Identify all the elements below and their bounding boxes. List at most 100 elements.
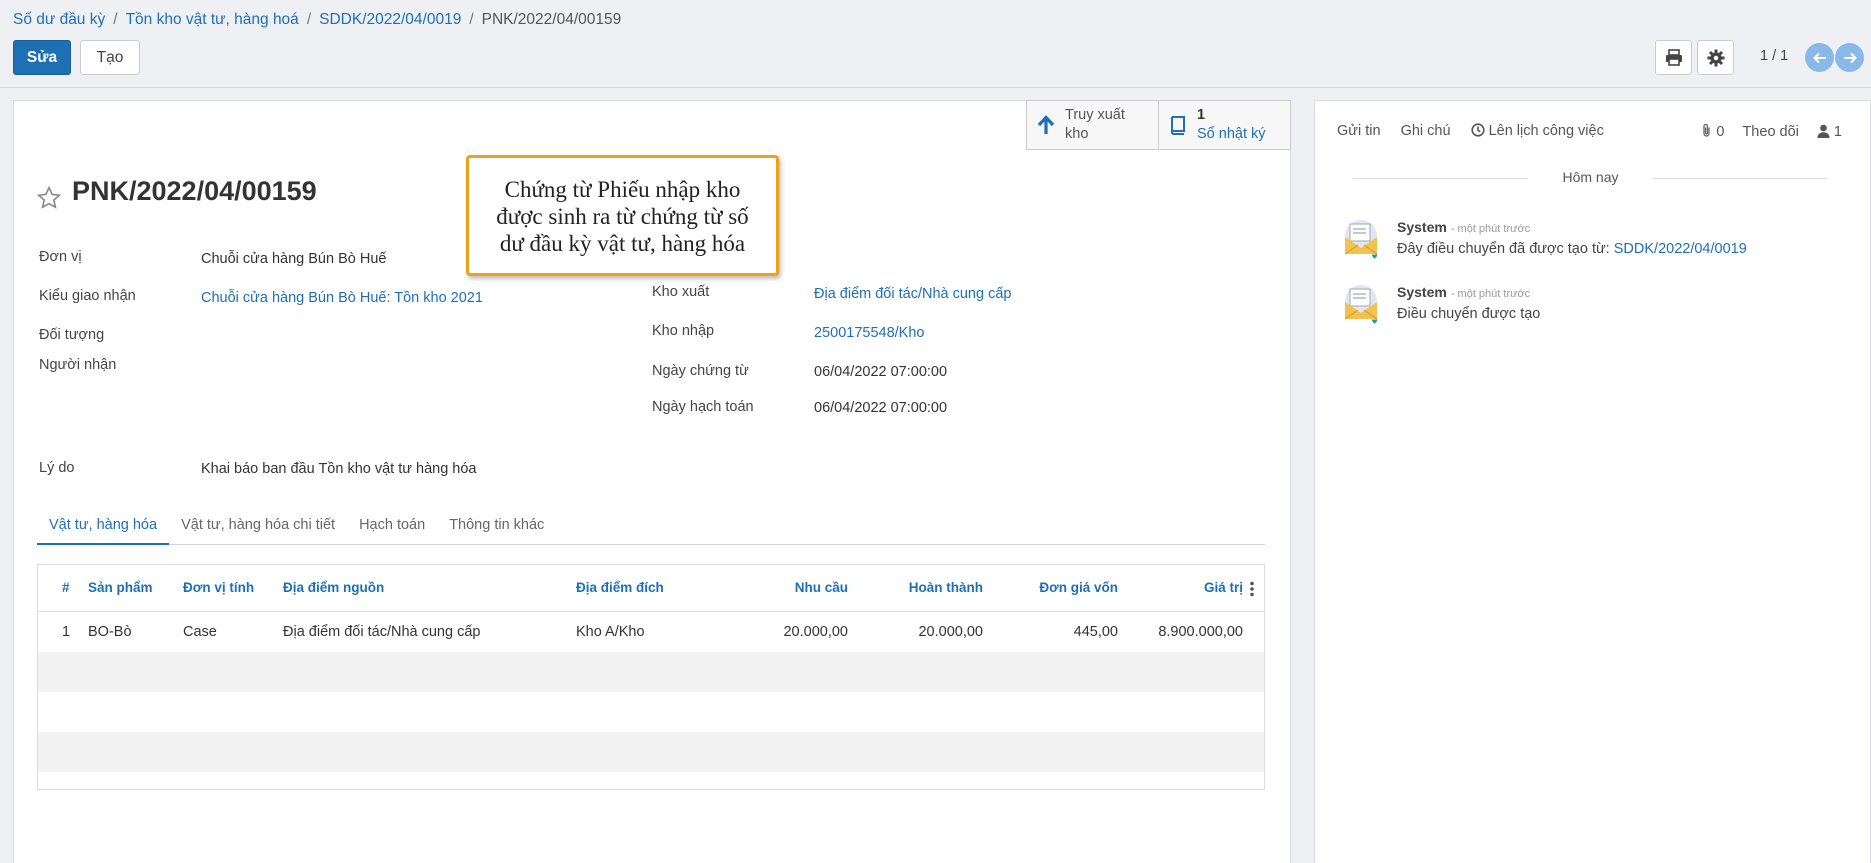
message-time: - một phút trước xyxy=(1450,288,1531,300)
print-icon xyxy=(1665,49,1682,66)
paperclip-icon xyxy=(1703,123,1710,137)
breadcrumb-separator: / xyxy=(306,11,312,28)
print-button[interactable] xyxy=(1655,40,1692,75)
field-label-partner: Đối tượng xyxy=(39,327,105,343)
column-header-unit-cost[interactable]: Đơn giá vốn xyxy=(1018,580,1118,595)
title-row: PNK/2022/04/00159 xyxy=(36,171,317,211)
stock-trace-label-line1: Truy xuất xyxy=(1065,107,1125,123)
field-label-unit: Đơn vị xyxy=(39,249,82,265)
pager-value: 1 / 1 xyxy=(1760,48,1789,64)
field-label-dest-warehouse: Kho nhập xyxy=(652,323,715,339)
control-panel: Số dư đầu kỳ / Tồn kho vật tư, hàng hoá … xyxy=(0,0,1871,88)
cell-index: 1 xyxy=(62,624,71,640)
column-header-demand[interactable]: Nhu cầu xyxy=(778,580,848,595)
field-label-receiver: Người nhận xyxy=(39,357,117,373)
column-header-product[interactable]: Sản phẩm xyxy=(88,580,153,595)
breadcrumb-item-sddk[interactable]: SDDK/2022/04/0019 xyxy=(319,11,461,29)
column-header-value[interactable]: Giá trị xyxy=(1143,580,1243,595)
stock-trace-label-line2: kho xyxy=(1065,126,1089,142)
table-row-empty xyxy=(38,692,1264,732)
column-header-uom[interactable]: Đơn vị tính xyxy=(183,580,254,595)
field-label-source-warehouse: Kho xuất xyxy=(652,284,710,300)
message-text: Đây điều chuyển đã được tạo từ: xyxy=(1397,241,1614,257)
table-header: # Sản phẩm Đơn vị tính Địa điểm nguồn Đị… xyxy=(38,565,1264,612)
chatter-actions: Gửi tin Ghi chú Lên lịch công việc xyxy=(1337,123,1604,139)
field-label-reason: Lý do xyxy=(39,460,75,476)
cell-demand: 20.000,00 xyxy=(783,624,848,640)
breadcrumb-separator: / xyxy=(469,11,474,28)
cell-unit-cost: 445,00 xyxy=(1073,624,1118,640)
message-author[interactable]: System xyxy=(1397,284,1447,300)
log-note-button[interactable]: Ghi chú xyxy=(1401,123,1451,139)
schedule-activity-label: Lên lịch công việc xyxy=(1488,123,1604,139)
followers-button[interactable]: 1 xyxy=(1817,124,1842,140)
book-icon xyxy=(1171,116,1185,135)
column-header-source-location[interactable]: Địa điểm nguồn xyxy=(283,580,384,595)
field-value-dest-warehouse[interactable]: 2500175548/Kho xyxy=(814,325,924,341)
annotation-line: dư đầu kỳ vật tư, hàng hóa xyxy=(499,231,746,256)
tab-product-details[interactable]: Vật tư, hàng hóa chi tiết xyxy=(169,507,347,545)
column-options-icon[interactable] xyxy=(1249,581,1255,597)
arrow-right-icon xyxy=(1843,52,1857,63)
envelope-avatar-icon xyxy=(1344,285,1378,324)
day-separator: Hôm nay xyxy=(1353,169,1828,189)
tab-accounting[interactable]: Hạch toán xyxy=(347,507,437,545)
field-value-delivery-type[interactable]: Chuỗi cửa hàng Bún Bò Huế: Tồn kho 2021 xyxy=(201,290,483,306)
attachments-button[interactable]: 0 xyxy=(1701,123,1724,140)
message-link[interactable]: SDDK/2022/04/0019 xyxy=(1614,241,1747,257)
settings-button[interactable] xyxy=(1697,40,1734,75)
field-value-reason[interactable]: Khai báo ban đầu Tồn kho vật tư hàng hóa xyxy=(201,461,477,477)
stock-trace-button[interactable]: Truy xuất kho xyxy=(1026,100,1159,150)
next-record-button[interactable] xyxy=(1835,43,1864,72)
tab-other-info[interactable]: Thông tin khác xyxy=(437,507,556,545)
schedule-activity-button[interactable]: Lên lịch công việc xyxy=(1470,123,1604,139)
tab-products[interactable]: Vật tư, hàng hóa xyxy=(37,507,170,545)
cell-uom: Case xyxy=(183,624,217,640)
annotation-line: Chứng từ Phiếu nhập kho xyxy=(504,177,741,202)
product-lines-table: # Sản phẩm Đơn vị tính Địa điểm nguồn Đị… xyxy=(37,564,1265,790)
attachments-count: 0 xyxy=(1716,124,1725,140)
send-message-button[interactable]: Gửi tin xyxy=(1337,123,1381,139)
field-value-source-warehouse[interactable]: Địa điểm đối tác/Nhà cung cấp xyxy=(814,286,1011,302)
breadcrumb-item-inventory[interactable]: Tồn kho vật tư, hàng hoá xyxy=(126,11,299,29)
smart-buttons: Truy xuất kho 1 Sổ nhật ký xyxy=(1026,100,1291,150)
cell-done: 20.000,00 xyxy=(918,624,983,640)
column-header-done[interactable]: Hoàn thành xyxy=(883,580,983,595)
edit-button[interactable]: Sửa xyxy=(13,40,71,75)
table-row-empty xyxy=(38,732,1264,772)
table-row[interactable]: 1 BO-Bò Case Địa điểm đối tác/Nhà cung c… xyxy=(38,612,1264,652)
clock-icon xyxy=(1470,123,1485,137)
arrow-left-icon xyxy=(1812,52,1826,63)
cell-product: BO-Bò xyxy=(88,624,132,640)
star-icon[interactable] xyxy=(36,185,62,211)
breadcrumb-current: PNK/2022/04/00159 xyxy=(481,11,622,28)
breadcrumb-separator: / xyxy=(113,11,118,28)
chatter-follow-bar: 0 Theo dõi 1 xyxy=(1701,123,1842,140)
day-label: Hôm nay xyxy=(1562,169,1619,185)
message-author[interactable]: System xyxy=(1397,219,1447,235)
arrow-up-icon xyxy=(1037,115,1055,134)
notebook-tabs: Vật tư, hàng hóa Vật tư, hàng hóa chi ti… xyxy=(37,507,1265,545)
field-value-accounting-date[interactable]: 06/04/2022 07:00:00 xyxy=(814,400,947,416)
avatar xyxy=(1341,219,1379,259)
journal-button[interactable]: 1 Sổ nhật ký xyxy=(1159,100,1291,150)
create-button[interactable]: Tạo xyxy=(80,40,140,75)
breadcrumb: Số dư đầu kỳ / Tồn kho vật tư, hàng hoá … xyxy=(13,11,621,29)
message-time: - một phút trước xyxy=(1450,223,1531,235)
column-header-index[interactable]: # xyxy=(62,580,70,595)
table-row-empty xyxy=(38,652,1264,692)
annotation-line: được sinh ra từ chứng từ số xyxy=(496,204,749,229)
field-value-document-date[interactable]: 06/04/2022 07:00:00 xyxy=(814,364,947,380)
breadcrumb-item-opening-balance[interactable]: Số dư đầu kỳ xyxy=(13,11,105,29)
user-icon xyxy=(1817,124,1830,138)
journal-count: 1 xyxy=(1197,107,1206,123)
column-header-dest-location[interactable]: Địa điểm đích xyxy=(576,580,664,595)
previous-record-button[interactable] xyxy=(1805,43,1834,72)
follow-button[interactable]: Theo dõi xyxy=(1742,124,1798,140)
form-sheet: Truy xuất kho 1 Sổ nhật ký PNK/2022/04/0… xyxy=(13,100,1291,863)
cell-value: 8.900.000,00 xyxy=(1158,624,1243,640)
field-value-unit[interactable]: Chuỗi cửa hàng Bún Bò Huế xyxy=(201,251,386,267)
gear-icon xyxy=(1707,49,1724,66)
chatter-panel: Gửi tin Ghi chú Lên lịch công việc 0 The… xyxy=(1314,100,1871,863)
envelope-avatar-icon xyxy=(1344,220,1378,259)
